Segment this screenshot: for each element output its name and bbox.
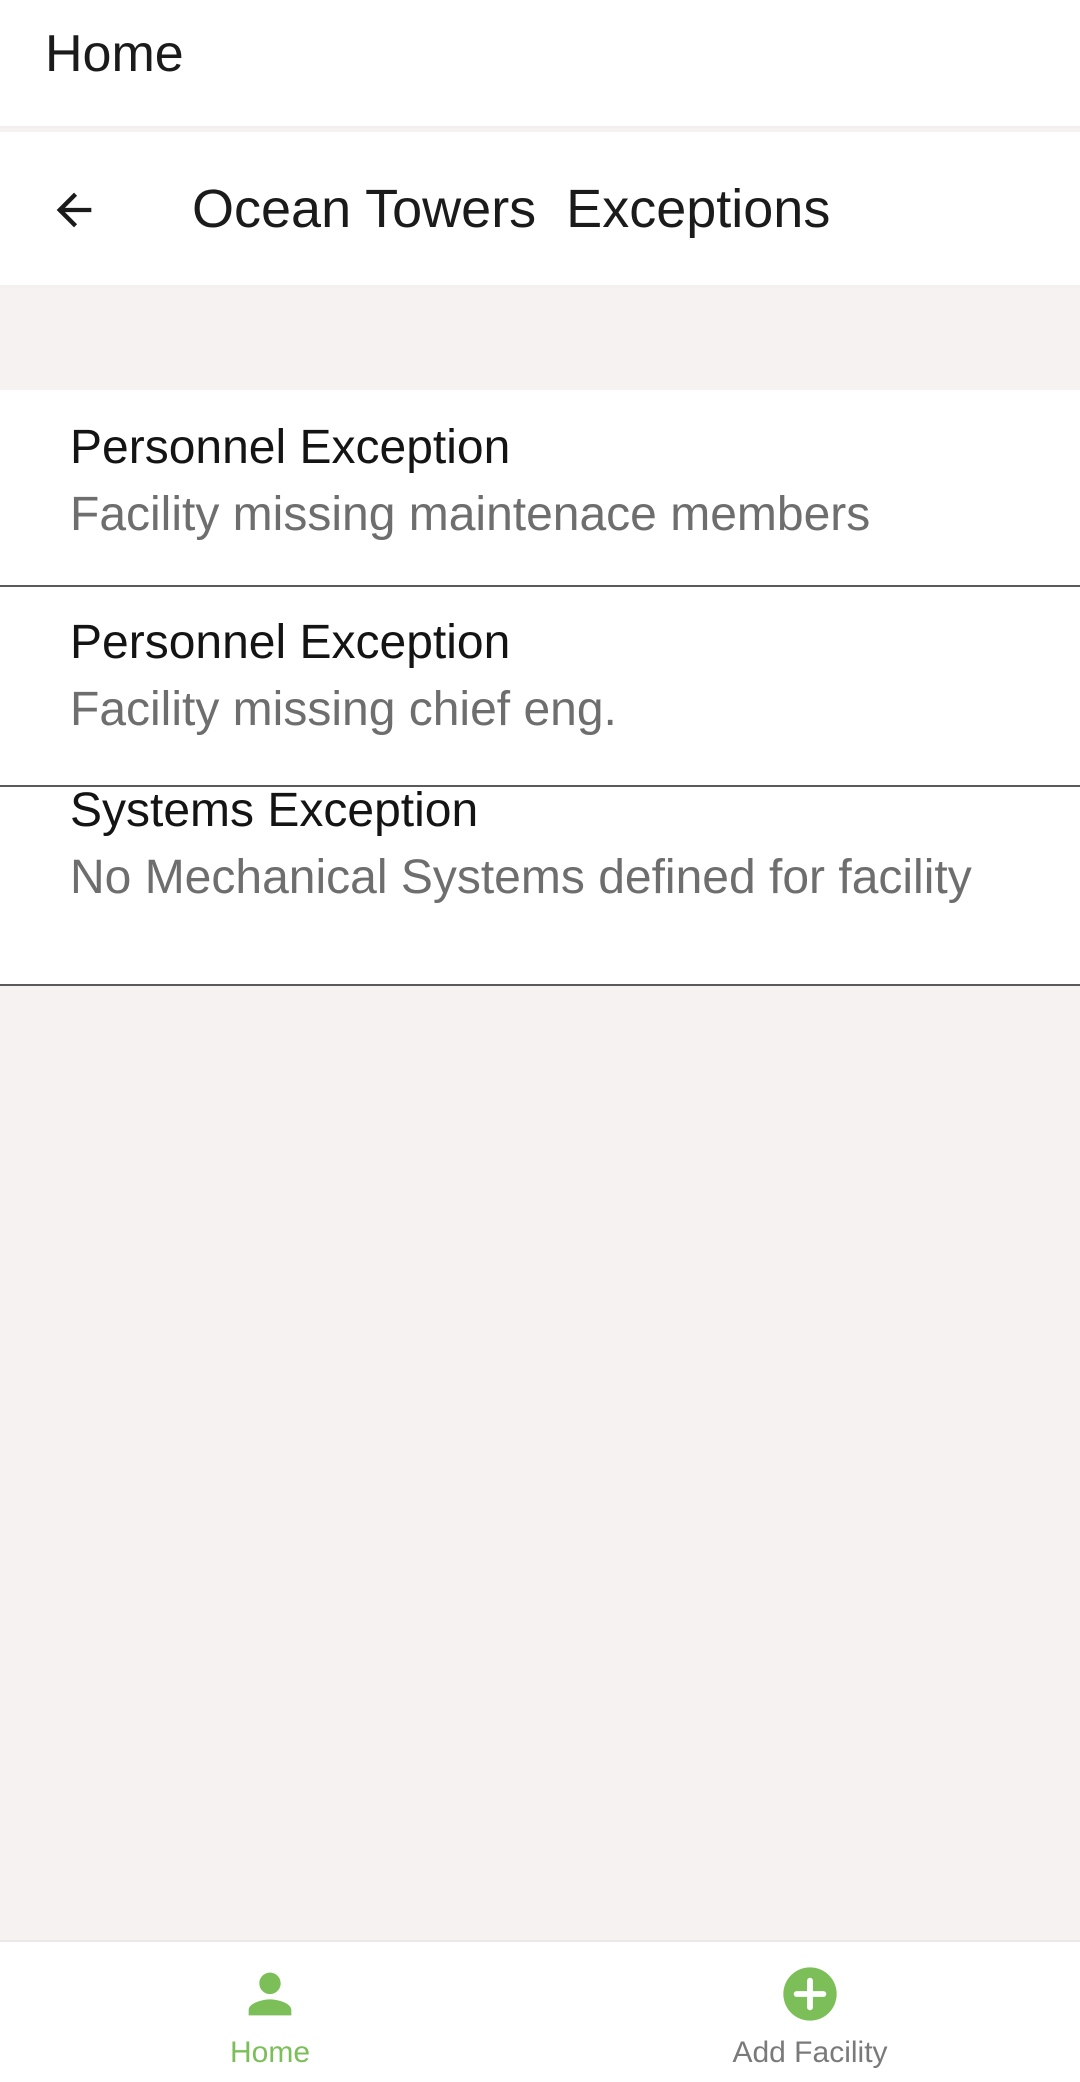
nav-add-facility-label: Add Facility	[732, 2036, 888, 2069]
exception-list-item[interactable]: Personnel Exception Facility missing chi…	[0, 587, 1080, 787]
exceptions-list: Personnel Exception Facility missing mai…	[0, 390, 1080, 986]
bottom-navigation: Home Add Facility	[0, 1940, 1080, 2082]
person-icon	[248, 1972, 292, 2016]
exception-description: Facility missing maintenace members	[70, 488, 871, 541]
nav-add-facility-tab[interactable]: Add Facility	[540, 1942, 1080, 2082]
exception-description: Facility missing chief eng.	[70, 683, 617, 736]
arrow-back-icon	[56, 192, 92, 228]
exception-list-item[interactable]: Systems Exception No Mechanical Systems …	[0, 787, 1080, 986]
nav-home-tab[interactable]: Home	[0, 1942, 540, 2082]
nav-home-label: Home	[229, 2036, 311, 2069]
page-title: Ocean Towers Exceptions	[192, 179, 831, 239]
exception-description: No Mechanical Systems defined for facili…	[70, 851, 972, 904]
exception-title: Personnel Exception	[70, 421, 511, 474]
exception-list-item[interactable]: Personnel Exception Facility missing mai…	[0, 390, 1080, 587]
back-button[interactable]	[34, 170, 114, 250]
app-screen: Home Ocean Towers Exceptions Personnel E…	[0, 0, 1080, 2082]
exceptions-header: Ocean Towers Exceptions	[0, 132, 1080, 288]
app-bar: Home	[0, 0, 1080, 128]
exception-title: Systems Exception	[70, 787, 479, 837]
exception-title: Personnel Exception	[70, 616, 511, 669]
app-bar-title: Home	[45, 25, 184, 83]
add-circle-icon	[783, 1967, 837, 2021]
